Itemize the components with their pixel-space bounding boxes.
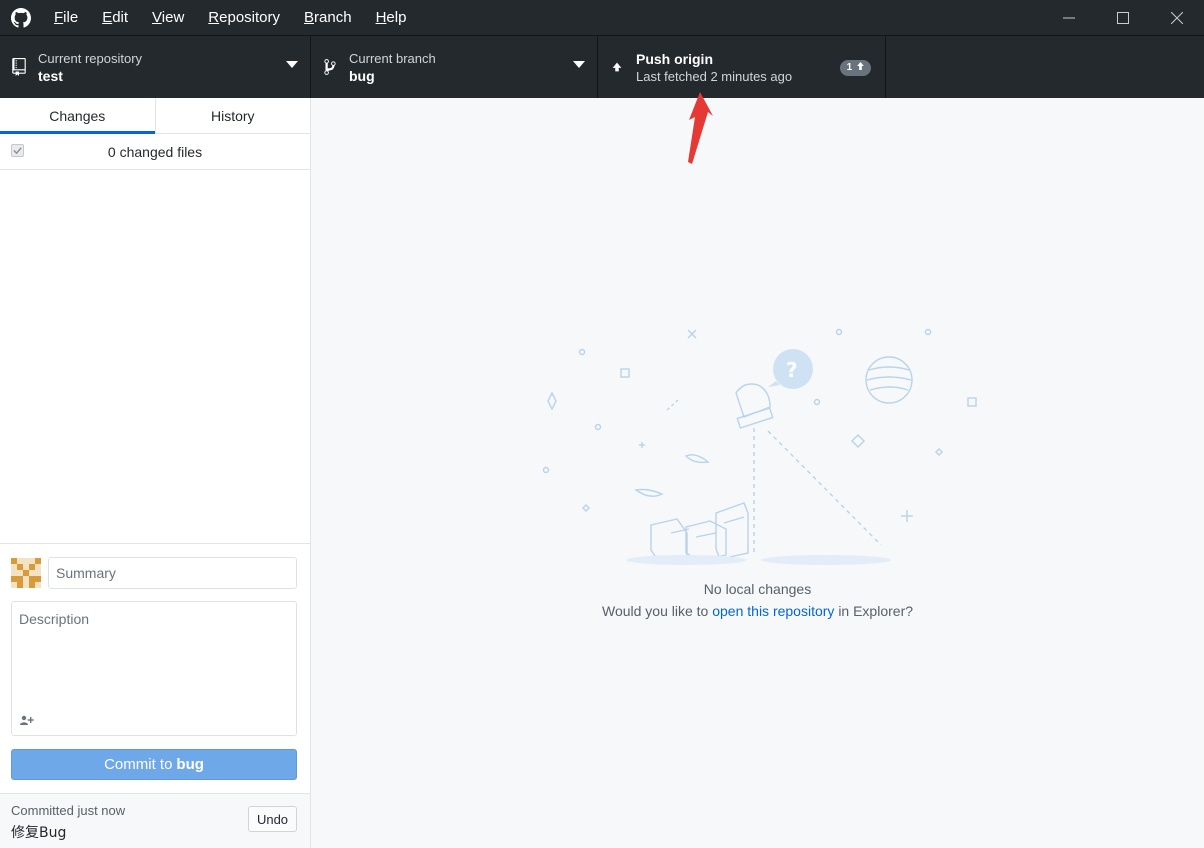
commit-time: Committed just now bbox=[11, 803, 126, 818]
title-bar: File Edit View Repository Branch Help bbox=[0, 0, 1204, 35]
summary-input[interactable] bbox=[48, 557, 297, 589]
commit-button[interactable]: Commit to bug bbox=[11, 749, 297, 780]
menu-bar: File Edit View Repository Branch Help bbox=[42, 0, 418, 35]
description-input[interactable] bbox=[12, 602, 296, 702]
push-origin-button[interactable]: Push origin Last fetched 2 minutes ago 1 bbox=[598, 36, 886, 98]
minimize-icon[interactable] bbox=[1042, 0, 1096, 35]
branch-label: Current branch bbox=[349, 50, 436, 66]
tab-history[interactable]: History bbox=[154, 98, 311, 133]
maximize-icon[interactable] bbox=[1096, 0, 1150, 35]
menu-branch[interactable]: Branch bbox=[292, 9, 364, 26]
caret-down-icon bbox=[573, 61, 585, 68]
open-repository-prompt: Would you like to open this repository i… bbox=[601, 603, 914, 619]
current-branch-button[interactable]: Current branch bug bbox=[311, 36, 598, 98]
menu-repository[interactable]: Repository bbox=[196, 9, 292, 26]
changed-files-header: 0 changed files bbox=[0, 134, 310, 170]
commit-message: 修复Bug bbox=[11, 825, 67, 841]
menu-file[interactable]: File bbox=[42, 9, 90, 26]
svg-text:?: ? bbox=[786, 358, 798, 382]
description-box bbox=[11, 601, 297, 736]
tab-changes[interactable]: Changes bbox=[0, 98, 155, 134]
close-icon[interactable] bbox=[1150, 0, 1204, 35]
current-repository-button[interactable]: Current repository test bbox=[0, 36, 311, 98]
no-changes-illustration: ? bbox=[542, 328, 977, 565]
sidebar-tabs: Changes History bbox=[0, 98, 310, 134]
open-repository-link[interactable]: open this repository bbox=[712, 603, 834, 619]
changed-files-count: 0 changed files bbox=[107, 143, 203, 160]
menu-view[interactable]: View bbox=[140, 9, 196, 26]
arrow-up-icon bbox=[857, 62, 864, 70]
caret-down-icon bbox=[286, 61, 298, 68]
avatar bbox=[11, 558, 41, 588]
toolbar: Current repository test Current branch b… bbox=[0, 35, 1204, 98]
sidebar: Changes History 0 changed files Summary … bbox=[0, 98, 311, 848]
blank-slate: ? No local changes Would you like to ope… bbox=[311, 98, 1204, 848]
github-logo-icon bbox=[0, 0, 42, 35]
commit-panel: Commit tobug bbox=[0, 543, 310, 793]
undo-panel: Committed just now 修复Bug Undo bbox=[0, 793, 310, 848]
window-controls bbox=[1042, 0, 1204, 35]
person-add-icon[interactable] bbox=[18, 713, 36, 727]
last-fetched-text: Last fetched 2 minutes ago bbox=[636, 68, 793, 84]
repository-label: Current repository bbox=[38, 50, 143, 66]
undo-button[interactable]: Undo bbox=[248, 806, 297, 832]
ahead-count-badge: 1 bbox=[839, 60, 871, 76]
no-changes-title: No local changes bbox=[703, 581, 812, 597]
arrow-up-icon bbox=[598, 60, 636, 74]
checkbox-icon bbox=[13, 147, 22, 155]
select-all-checkbox[interactable] bbox=[11, 144, 24, 157]
menu-edit[interactable]: Edit bbox=[90, 9, 140, 26]
repository-name: test bbox=[38, 67, 63, 84]
branch-icon bbox=[311, 58, 349, 76]
menu-help[interactable]: Help bbox=[364, 9, 419, 26]
repo-icon bbox=[0, 58, 38, 76]
push-title: Push origin bbox=[636, 50, 713, 67]
branch-name: bug bbox=[349, 67, 375, 84]
